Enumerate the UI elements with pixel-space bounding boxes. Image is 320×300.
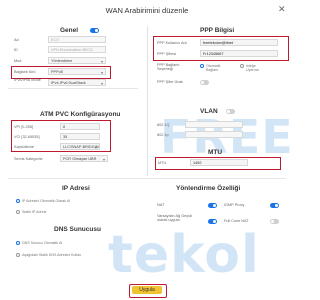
ppp-mode-demand-radio[interactable] [240,64,244,68]
svc-label: Servis Kategorisi [14,157,43,161]
apply-button[interactable]: Uygula [132,286,162,294]
vlan-pri-input[interactable] [185,131,243,138]
dialog-title: WAN Arabirimini düzenle [105,6,189,15]
ppp-mode-label: PPP Bağlantı Seçeneği [157,63,180,72]
igmp-label: IGMP Proxy [224,203,245,207]
baglanti-select[interactable]: PPPoE [48,68,106,75]
section-title-ppp: PPP Bilgisi [200,27,235,34]
vlan-id-input[interactable] [185,121,243,128]
id-label: ID [14,48,18,52]
ppp-auth-label: PPP Şifre Ünalı [157,80,184,84]
fullcone-toggle[interactable] [270,219,279,224]
dns-static-label: Aşağıdaki Statik DNS Adresini Kullan [22,253,82,257]
ppp-pass-label: PPP Şifresi [157,52,177,56]
ppp-mode-auto-label: Otomatik Bağlanı [206,64,221,72]
mtu-label: MTU [158,161,167,165]
mod-label: Mod [14,59,22,63]
section-title-atm: ATM PVC Konfigürasyonu [40,111,121,118]
watermark-text-bottom: tekol [108,225,260,285]
section-title-ip: IP Adresi [62,185,90,192]
vci-label: VCI [32-65535] [14,135,40,139]
baglanti-label: Bağlantı türü [14,70,36,74]
mod-select[interactable]: Yönlendirme [48,57,106,64]
vci-input[interactable]: 35 [60,133,100,140]
section-title-genel: Genel [60,27,79,34]
dns-auto-radio[interactable] [16,241,20,245]
ppp-auth-toggle[interactable] [200,80,209,85]
ip-static-label: Statik IP Adresi [22,210,47,214]
id-input[interactable]: VPN Enumeration 8ECO [48,46,106,53]
defgw-toggle[interactable] [208,219,217,224]
ipv4ipv6-label: IPv4/IPv6 Mode [14,78,41,82]
genel-toggle[interactable] [90,28,99,33]
ip-auto-label: IP Adresini Otomatik Olarak Al [22,199,71,203]
enc-label: Kapsülleme [14,145,34,149]
svc-select[interactable]: PCR Olmayan UBR [60,155,108,162]
ip-static-radio[interactable] [16,210,20,214]
fullcone-label: Full Cone NAT [224,219,249,223]
vpi-input[interactable]: 8 [60,123,100,130]
ad-label: Ad [14,38,19,42]
center-divider [147,26,148,176]
ppp-user-label: PPP Kullanıcı Adı [157,41,187,45]
nat-toggle[interactable] [208,203,217,208]
ppp-pass-input[interactable]: Fr12345667 [200,50,278,57]
igmp-toggle[interactable] [270,203,279,208]
section-title-routing: Yönlendirme Özelliği [176,185,241,192]
nat-label: NAT [157,203,165,207]
section-title-mtu: MTU [208,149,223,156]
vlan-pri-label: 802.1p [157,133,169,137]
ad-input[interactable]: ECO [48,36,106,43]
vpi-label: VPI [0-255] [14,125,33,129]
ppp-mode-demand-label: İsteğe Uyarma [246,64,259,72]
ppp-mode-auto-radio[interactable] [200,64,204,68]
ip-auto-radio[interactable] [16,199,20,203]
general-divider [8,88,138,89]
section-title-dns: DNS Sunucusu [54,226,101,233]
ppp-user-input[interactable]: freetekolon@ttnet [200,39,278,46]
dns-static-radio[interactable] [16,253,20,257]
close-icon[interactable]: ✕ [278,4,286,15]
ipv4ipv6-select[interactable]: IPv4-IPv6 DualStack [48,79,106,86]
defgw-label: Varsayılan Ağ Geçidi olarak uygula [157,214,192,223]
enc-select[interactable]: LLC/SNAP-BRIDGING [60,143,100,150]
middle-divider [8,178,286,179]
vlan-toggle[interactable] [226,109,235,114]
section-title-vlan: VLAN [200,108,218,115]
dns-auto-label: DNS Sunucu Otomatik Al [22,241,63,245]
mtu-input[interactable]: 1492 [190,159,248,166]
vlan-id-label: 802.1Q [157,123,170,127]
